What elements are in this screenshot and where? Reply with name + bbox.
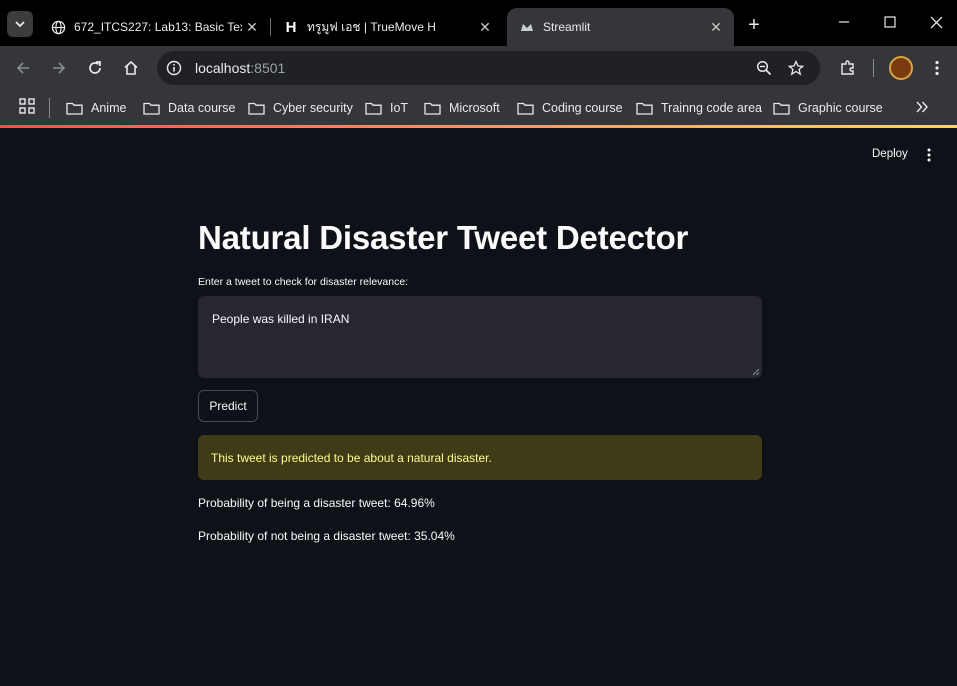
resize-grip-icon[interactable] <box>752 368 760 376</box>
folder-icon <box>248 102 265 115</box>
bookmark-iot[interactable]: IoT <box>365 97 408 119</box>
prediction-alert: This tweet is predicted to be about a na… <box>198 435 762 480</box>
bookmark-trainng-code-area[interactable]: Trainng code area <box>636 97 762 119</box>
close-icon[interactable]: ✕ <box>475 17 495 37</box>
chevron-down-icon <box>15 21 25 28</box>
streamlit-crown-icon <box>519 19 535 35</box>
zoom-icon[interactable] <box>756 60 772 81</box>
tab-title: ทรูมูฟ เอช | TrueMove H <box>307 19 436 34</box>
tweet-input-value: People was killed in IRAN <box>212 312 350 326</box>
apps-grid-icon[interactable] <box>19 98 35 119</box>
browser-toolbar: localhost:8501 <box>0 46 957 90</box>
page-title: Natural Disaster Tweet Detector <box>198 219 689 256</box>
bookmark-microsoft[interactable]: Microsoft <box>424 97 500 119</box>
tab-strip: 672_ITCS227: Lab13: Basic Text ✕ H ทรูมู… <box>0 0 957 46</box>
folder-icon <box>66 102 83 115</box>
folder-icon <box>773 102 790 115</box>
alert-text: This tweet is predicted to be about a na… <box>211 450 492 465</box>
minimize-icon[interactable] <box>832 10 856 34</box>
tab-title: Streamlit <box>543 20 591 34</box>
close-icon[interactable]: ✕ <box>242 17 262 37</box>
tab-truemove[interactable]: H ทรูมูฟ เอช | TrueMove H ✕ <box>271 8 503 46</box>
tweet-textarea[interactable]: People was killed in IRAN <box>198 296 762 378</box>
tab-itcs227[interactable]: 672_ITCS227: Lab13: Basic Text ✕ <box>38 8 270 46</box>
back-icon[interactable] <box>11 56 35 80</box>
bookmarks-bar: Anime Data course Cyber security IoT Mic… <box>0 90 957 125</box>
site-info-icon[interactable] <box>166 60 182 81</box>
tab-search-button[interactable] <box>7 11 33 37</box>
bookmark-cyber-security[interactable]: Cyber security <box>248 97 353 119</box>
folder-icon <box>365 102 382 115</box>
double-chevron-right-icon[interactable] <box>915 100 929 119</box>
maximize-icon[interactable] <box>878 10 902 34</box>
deploy-button[interactable]: Deploy <box>866 144 914 164</box>
profile-avatar[interactable] <box>889 56 913 80</box>
probability-disaster: Probability of being a disaster tweet: 6… <box>198 496 435 510</box>
bookmark-graphic-course[interactable]: Graphic course <box>773 97 883 119</box>
reload-icon[interactable] <box>83 56 107 80</box>
tab-streamlit[interactable]: Streamlit ✕ <box>507 8 734 46</box>
close-icon[interactable]: ✕ <box>706 17 726 37</box>
bookmark-data-course[interactable]: Data course <box>143 97 235 119</box>
h-logo-icon: H <box>285 18 297 36</box>
app-menu-icon[interactable] <box>922 144 936 166</box>
folder-icon <box>424 102 441 115</box>
forward-icon[interactable] <box>47 56 71 80</box>
toolbar-divider <box>873 59 874 77</box>
folder-icon <box>636 102 653 115</box>
bookmark-coding-course[interactable]: Coding course <box>517 97 623 119</box>
tweet-input-label: Enter a tweet to check for disaster rele… <box>198 276 409 288</box>
globe-icon <box>50 19 66 35</box>
plus-icon[interactable]: + <box>742 13 766 37</box>
extensions-icon[interactable] <box>836 56 860 80</box>
close-window-icon[interactable] <box>924 10 948 34</box>
address-bar[interactable]: localhost:8501 <box>157 51 820 85</box>
predict-button[interactable]: Predict <box>198 390 258 422</box>
probability-not-disaster: Probability of not being a disaster twee… <box>198 529 455 543</box>
star-icon[interactable] <box>787 59 805 81</box>
folder-icon <box>517 102 534 115</box>
tab-title: 672_ITCS227: Lab13: Basic Text <box>74 20 242 34</box>
folder-icon <box>143 102 160 115</box>
bookmark-anime[interactable]: Anime <box>66 97 126 119</box>
more-vert-icon[interactable] <box>925 56 949 80</box>
bookmark-divider <box>49 98 50 118</box>
home-icon[interactable] <box>119 56 143 80</box>
streamlit-app: Deploy Natural Disaster Tweet Detector E… <box>0 128 957 686</box>
url-text: localhost:8501 <box>195 60 286 76</box>
